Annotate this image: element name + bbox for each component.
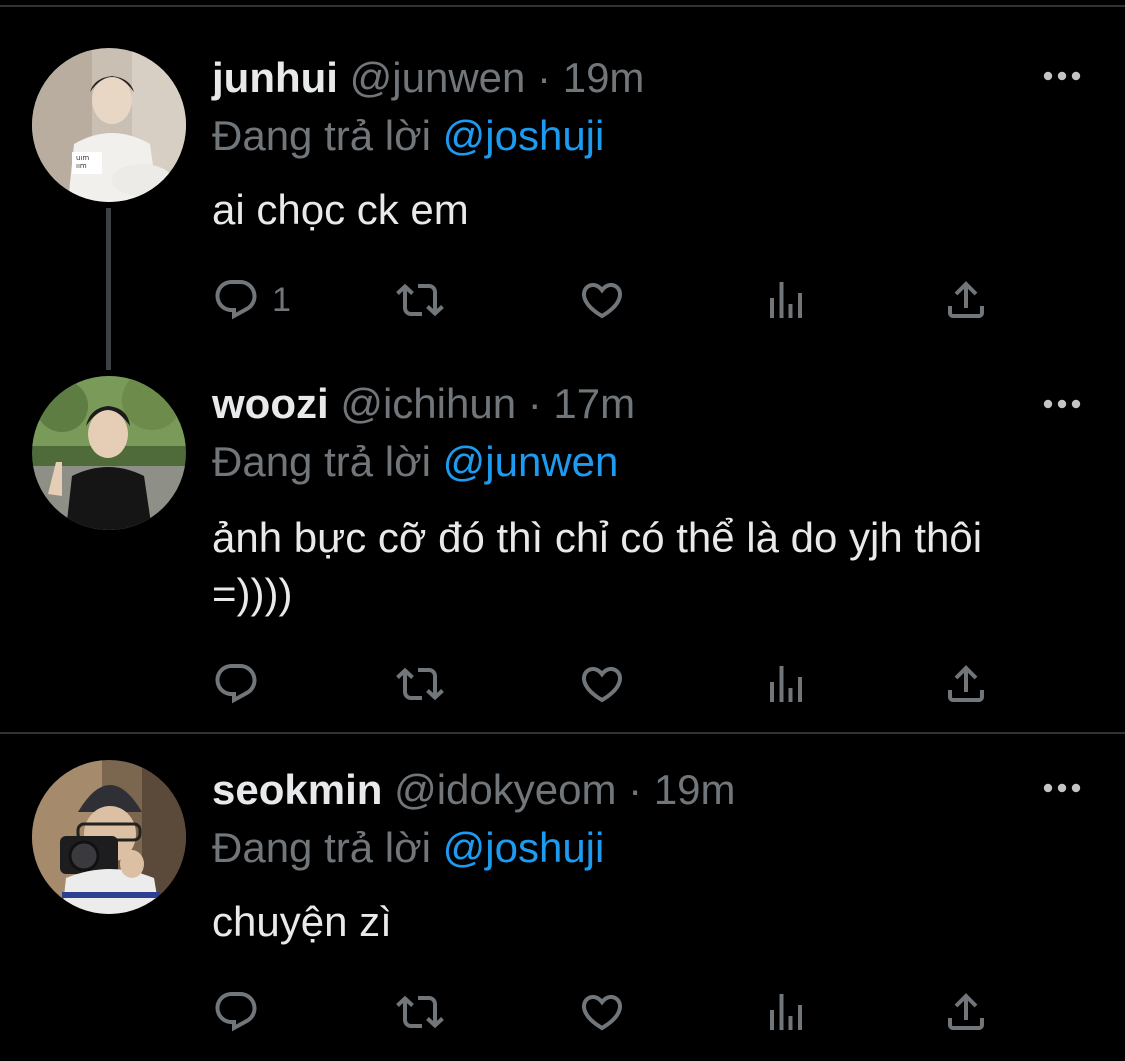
more-dots-icon[interactable] [1042, 782, 1082, 794]
display-name[interactable]: seokmin [212, 766, 382, 813]
retweet-button[interactable] [396, 984, 444, 1040]
user-handle[interactable]: @idokyeom [394, 766, 616, 813]
replying-to: Đang trả lời @joshuji [212, 820, 604, 876]
avatar-photo-icon [32, 760, 186, 914]
reply-icon [212, 988, 260, 1036]
tweet-seokmin[interactable]: seokmin @idokyeom · 19m Đang trả lời @jo… [0, 0, 1125, 1061]
tweet-header: seokmin @idokyeom · 19m [212, 762, 736, 818]
tweet-text: chuyện zì [212, 898, 392, 945]
share-icon [942, 988, 990, 1036]
retweet-icon [396, 988, 444, 1036]
like-button[interactable] [578, 984, 626, 1040]
replying-to-label: Đang trả lời [212, 824, 431, 871]
like-icon [578, 988, 626, 1036]
avatar[interactable] [32, 760, 186, 914]
tweet-actions [212, 984, 1012, 1040]
timestamp[interactable]: 19m [654, 766, 736, 813]
reply-button[interactable] [212, 984, 272, 1040]
views-icon [762, 988, 810, 1036]
separator-dot: · [628, 766, 643, 813]
share-button[interactable] [942, 984, 990, 1040]
views-button[interactable] [762, 984, 810, 1040]
reply-mention-link[interactable]: @joshuji [443, 824, 605, 871]
